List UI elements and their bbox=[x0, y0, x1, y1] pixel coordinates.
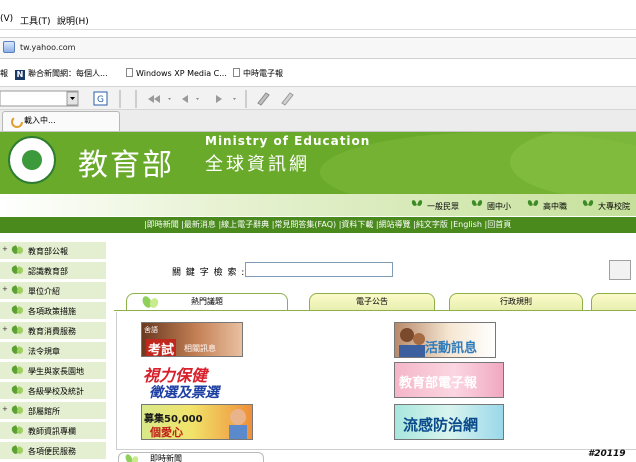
banner-title-cn: 全球資訊網 bbox=[205, 154, 310, 175]
watermark-id: #20119 bbox=[588, 449, 626, 459]
leaf-icon bbox=[12, 385, 24, 396]
toolbar-dropdown[interactable] bbox=[0, 90, 79, 107]
tab-loading-label: 載入中... bbox=[24, 116, 56, 125]
leaf-icon bbox=[12, 305, 24, 316]
tab-divider bbox=[114, 310, 636, 311]
page-icon bbox=[126, 68, 133, 77]
sidebar-item-policies[interactable]: 各項政策措施 bbox=[0, 302, 106, 320]
leaf-icon bbox=[12, 345, 24, 356]
menu-tools[interactable]: 工具(T) bbox=[20, 14, 51, 27]
audience-public[interactable]: 一般民眾 bbox=[412, 200, 459, 212]
sprout-icon bbox=[412, 200, 424, 211]
promo-vision-banner[interactable]: 視力保健 徵選及票選 bbox=[141, 362, 251, 400]
rewind-icon[interactable] bbox=[148, 95, 160, 103]
sidebar-item-units[interactable]: + 單位介紹 bbox=[0, 282, 106, 300]
leaf-icon bbox=[12, 285, 24, 296]
menu-view[interactable]: (V) bbox=[0, 14, 13, 24]
people-photo-icon bbox=[399, 328, 425, 357]
site-logo-text: 教育部 bbox=[78, 148, 174, 183]
sidebar-item-teachers[interactable]: 教師資訊專欄 bbox=[0, 422, 106, 440]
favorite-link[interactable]: 報 bbox=[0, 68, 8, 79]
keyword-search-input[interactable] bbox=[245, 262, 393, 277]
sidebar-item-schools-stats[interactable]: 各級學校及統計 bbox=[0, 382, 106, 400]
keyword-search-label: 關 鍵 字 檢 索 : bbox=[172, 268, 246, 278]
tab-e-bulletin[interactable]: 電子公告 bbox=[309, 293, 435, 310]
promo-activities-banner[interactable]: 活動訊息 bbox=[394, 322, 496, 358]
sprout-icon bbox=[583, 200, 595, 211]
news-n-icon: N bbox=[15, 70, 25, 80]
menu-bar bbox=[0, 0, 636, 30]
favorite-link-udn[interactable]: N 聯合新聞網：每個人... bbox=[15, 68, 108, 80]
leaf-icon bbox=[12, 405, 24, 416]
tab-more[interactable] bbox=[591, 293, 636, 310]
browser-toolbar: G bbox=[0, 86, 636, 110]
sidebar-item-affiliated[interactable]: + 部屬館所 bbox=[0, 402, 106, 420]
leaf-icon bbox=[12, 265, 24, 276]
sidebar-item-regulations[interactable]: 法令規章 bbox=[0, 342, 106, 360]
sidebar-item-services[interactable]: 各項便民服務 bbox=[0, 442, 106, 460]
pencil-icon[interactable] bbox=[281, 92, 294, 106]
leaf-icon bbox=[12, 325, 24, 336]
menu-help[interactable]: 說明(H) bbox=[57, 14, 89, 27]
expand-icon[interactable]: + bbox=[2, 405, 8, 413]
promo-flu-banner[interactable]: 流感防治網 bbox=[394, 404, 504, 440]
loading-icon bbox=[11, 116, 23, 128]
banner-title-en: Ministry of Education bbox=[205, 134, 371, 148]
promo-enewsletter-banner[interactable]: 教育部電子報 bbox=[394, 362, 504, 398]
expand-icon[interactable]: + bbox=[2, 285, 8, 293]
favorite-link-chinatimes[interactable]: 中時電子報 bbox=[233, 68, 283, 79]
leaf-icon bbox=[12, 425, 24, 436]
sidebar-item-about[interactable]: 認識教育部 bbox=[0, 262, 106, 280]
search-side-button[interactable] bbox=[609, 260, 631, 280]
sidebar-item-bulletin[interactable]: + 教育部公報 bbox=[0, 242, 106, 260]
leaf-icon bbox=[12, 445, 24, 456]
audience-highschool[interactable]: 高中職 bbox=[528, 200, 567, 212]
address-url[interactable]: tw.yahoo.com bbox=[20, 43, 75, 52]
promo-exam-banner[interactable]: 舍語 考試 相關訊息 bbox=[141, 322, 243, 357]
expand-icon[interactable]: + bbox=[2, 325, 8, 333]
sprout-icon bbox=[125, 454, 139, 462]
sprout-icon bbox=[142, 296, 159, 308]
page-favicon-icon bbox=[3, 41, 15, 53]
promo-love-banner[interactable]: 募集50,000 個愛心 bbox=[141, 404, 253, 440]
favorite-link-windows[interactable]: Windows XP Media C... bbox=[126, 68, 227, 78]
tab-loading[interactable] bbox=[2, 111, 120, 131]
quick-nav-links[interactable]: |即時新聞 |最新消息 |線上電子辭典 |常見問答集(FAQ) |資料下載 |網… bbox=[144, 219, 511, 230]
leaf-icon bbox=[12, 365, 24, 376]
highlight-icon[interactable] bbox=[257, 92, 270, 106]
audience-university[interactable]: 大專校院 bbox=[583, 200, 630, 212]
tab-admin-rules[interactable]: 行政規則 bbox=[449, 293, 583, 310]
seal-emblem bbox=[22, 150, 42, 170]
sidebar-item-consumer[interactable]: + 教育消費服務 bbox=[0, 322, 106, 340]
address-bar[interactable] bbox=[0, 37, 636, 59]
leaf-icon bbox=[12, 245, 24, 256]
sprout-icon bbox=[472, 200, 484, 211]
sprout-icon bbox=[528, 200, 540, 211]
news-section-title: 即時新聞 bbox=[150, 454, 182, 462]
sidebar-item-students-parents[interactable]: 學生與家長園地 bbox=[0, 362, 106, 380]
expand-icon[interactable]: + bbox=[2, 245, 8, 253]
child-photo-icon bbox=[229, 409, 247, 439]
audience-k9[interactable]: 國中小 bbox=[472, 200, 511, 212]
back-icon[interactable] bbox=[182, 95, 188, 103]
forward-icon[interactable] bbox=[216, 95, 222, 103]
svg-text:G: G bbox=[97, 95, 104, 105]
page-icon bbox=[233, 68, 240, 77]
